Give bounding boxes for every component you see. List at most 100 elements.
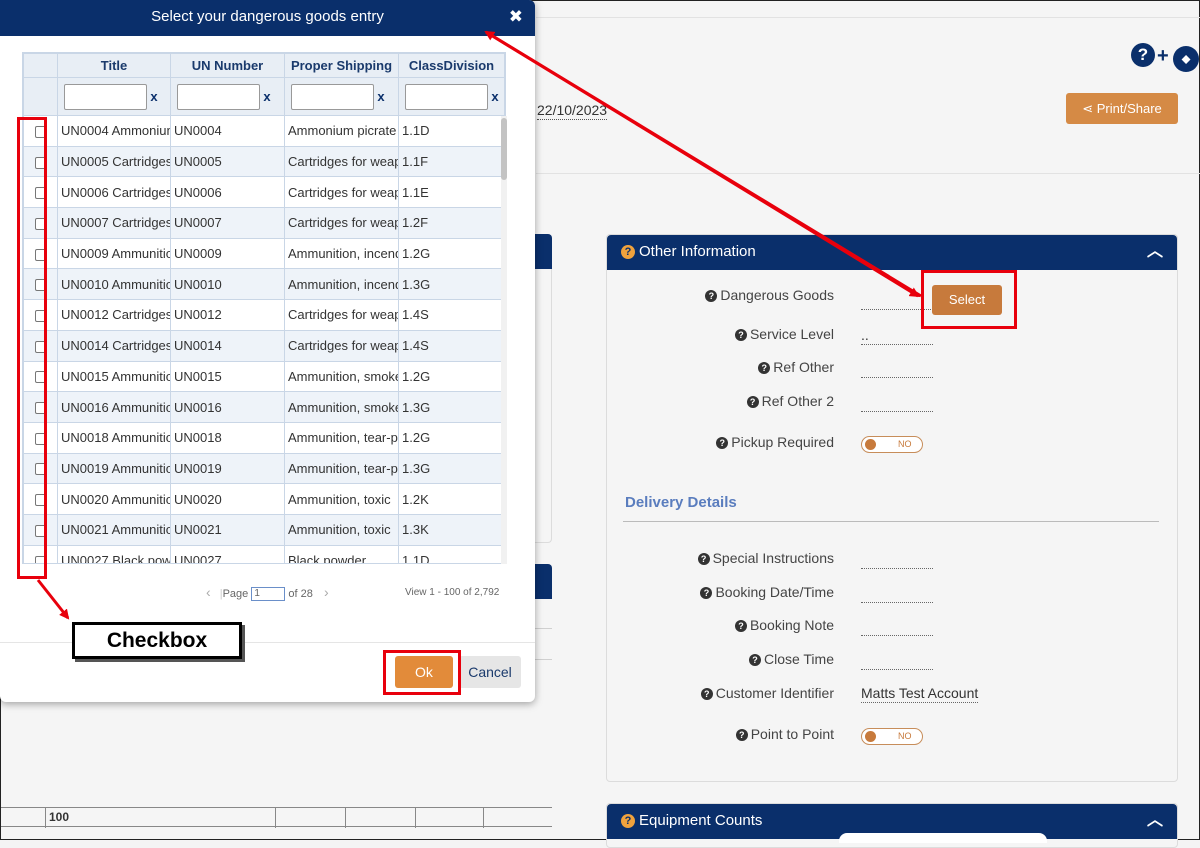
clear-filter-button[interactable]: x <box>147 89 161 104</box>
grid-scrollbar-thumb[interactable] <box>501 118 507 180</box>
column-header-un-number[interactable]: UN Number <box>170 53 285 78</box>
cell-proper-shipping: Ammunition, smoke <box>284 360 399 393</box>
table-cell <box>345 808 415 828</box>
cell-class-division: 1.2F <box>398 207 505 239</box>
table-row[interactable]: UN0007 Cartridges UN0007 Cartridges for we… <box>23 207 505 239</box>
tag-icon[interactable]: ⬥ <box>1173 46 1199 72</box>
clear-filter-button[interactable]: x <box>488 89 502 104</box>
table-cell <box>483 808 552 828</box>
cell-class-division: 1.4S <box>398 329 505 362</box>
dangerous-goods-label: ? Dangerous Goods <box>604 287 834 303</box>
proper-shipping-filter-input[interactable] <box>291 83 374 110</box>
background-table-row: 100 <box>1 807 552 828</box>
table-row[interactable]: UN0014 Cartridges UN0014 Cartridges for we… <box>23 329 505 362</box>
table-cell: 100 <box>45 808 275 828</box>
cell-class-division: 1.4S <box>398 299 505 331</box>
help-icon: ? <box>758 362 771 374</box>
select-all-header <box>23 53 58 78</box>
column-header-class-division[interactable]: ClassDivision <box>398 53 505 78</box>
cell-title: UN0014 Cartridges <box>57 329 171 362</box>
ref-other-value[interactable] <box>861 360 933 378</box>
table-row[interactable]: UN0021 Ammunition UN0021 Ammunition, toxic… <box>23 513 505 546</box>
table-row[interactable]: UN0010 Ammunition UN0010 Ammunition, incen… <box>23 268 505 301</box>
cell-title: UN0015 Ammunition <box>57 360 171 393</box>
cell-title: UN0005 Cartridges <box>57 145 171 178</box>
cell-class-division: 1.1E <box>398 176 505 209</box>
chevron-right-icon[interactable]: › <box>324 584 329 600</box>
table-row[interactable]: UN0005 Cartridges UN0005 Cartridges for we… <box>23 145 505 178</box>
chevron-up-icon[interactable]: ︿ <box>1147 804 1163 837</box>
cell-proper-shipping: Ammunition, tear-producing <box>284 421 399 454</box>
plus-icon[interactable]: + <box>1157 45 1169 68</box>
ref-other-2-value[interactable] <box>861 394 933 412</box>
help-icon: ? <box>748 654 761 666</box>
other-information-header[interactable]: ? Other Information ︿ <box>607 235 1177 270</box>
chevron-up-icon[interactable]: ︿ <box>1147 235 1163 268</box>
pickup-required-toggle[interactable]: NO <box>861 436 923 453</box>
cancel-button[interactable]: Cancel <box>459 656 521 688</box>
title-filter-input[interactable] <box>64 83 147 110</box>
filter-cell: x <box>284 77 399 116</box>
table-row[interactable]: UN0027 Black powderUN0027Black powder1.1… <box>23 544 505 563</box>
cell-un-number: UN0012 <box>170 299 285 331</box>
bottom-widget <box>839 833 1047 843</box>
grid-scrollbar-track[interactable] <box>501 116 507 564</box>
delivery-details-title: Delivery Details <box>625 494 737 511</box>
cell-un-number: UN0018 <box>170 421 285 454</box>
table-row[interactable]: UN0020 Ammunition UN0020 Ammunition, toxic… <box>23 483 505 515</box>
cell-title: UN0016 Ammunition <box>57 391 171 423</box>
delivery-details-divider <box>623 521 1159 522</box>
panel-title: Other Information <box>639 243 756 260</box>
cell-proper-shipping: Ammunition, toxic <box>284 483 399 515</box>
un-number-filter-input[interactable] <box>177 83 260 110</box>
cell-title: UN0007 Cartridges <box>57 207 171 239</box>
column-header-proper-shipping[interactable]: Proper Shipping <box>284 53 399 78</box>
table-row[interactable]: UN0018 Ammunition UN0018 Ammunition, tear-… <box>23 421 505 454</box>
close-time-value[interactable] <box>861 652 933 670</box>
print-share-button[interactable]: ⋖ Print/Share <box>1066 93 1178 124</box>
table-row[interactable]: UN0016 Ammunition UN0016 Ammunition, smoke… <box>23 391 505 423</box>
table-cell <box>415 808 483 828</box>
cell-un-number: UN0027 <box>170 544 285 563</box>
booking-datetime-value[interactable] <box>861 585 933 603</box>
chevron-left-icon[interactable]: ‹ <box>206 584 211 600</box>
records-summary: View 1 - 100 of 2,792 <box>405 587 500 598</box>
booking-note-label: ? Booking Note <box>604 617 834 633</box>
table-row[interactable]: UN0006 Cartridges UN0006 Cartridges for we… <box>23 176 505 209</box>
cell-un-number: UN0014 <box>170 329 285 362</box>
customer-identifier-value[interactable]: Matts Test Account <box>861 685 979 703</box>
cell-proper-shipping: Cartridges for weapons <box>284 176 399 209</box>
page-number-input[interactable]: 1 <box>251 587 286 602</box>
class-division-filter-input[interactable] <box>405 83 488 110</box>
table-row[interactable]: UN0015 Ammunition UN0015 Ammunition, smoke… <box>23 360 505 393</box>
booking-note-value[interactable] <box>861 618 933 636</box>
checkbox-highlight-box <box>17 117 47 579</box>
cell-proper-shipping: Ammunition, tear-producing <box>284 452 399 485</box>
help-icon: ? <box>734 329 747 341</box>
filter-row: x x x x <box>23 77 505 116</box>
column-header-title[interactable]: Title <box>57 53 171 78</box>
help-icon: ? <box>700 587 713 599</box>
clear-filter-button[interactable]: x <box>374 89 388 104</box>
header-divider <box>536 17 1200 18</box>
table-row[interactable]: UN0009 Ammunition UN0009 Ammunition, incen… <box>23 237 505 270</box>
cell-title: UN0006 Cartridges <box>57 176 171 209</box>
clear-filter-button[interactable]: x <box>260 89 274 104</box>
help-icon: ? <box>697 553 710 565</box>
select-highlight-box <box>921 270 1017 329</box>
point-to-point-toggle[interactable]: NO <box>861 728 923 745</box>
close-icon[interactable]: ✖ <box>509 0 523 34</box>
help-icon: ? <box>621 245 635 259</box>
cell-title: UN0021 Ammunition <box>57 513 171 546</box>
table-row[interactable]: UN0019 Ammunition UN0019 Ammunition, tear-… <box>23 452 505 485</box>
help-icon: ? <box>735 729 748 741</box>
table-row[interactable]: UN0004 Ammonium picrateUN0004Ammonium pi… <box>23 115 505 147</box>
table-row[interactable]: UN0012 Cartridges UN0012 Cartridges for we… <box>23 299 505 331</box>
help-icon: ? <box>716 437 729 449</box>
service-level-value[interactable]: .. <box>861 327 933 345</box>
special-instructions-value[interactable] <box>861 551 933 569</box>
cell-proper-shipping: Ammunition, incendiary <box>284 268 399 301</box>
cell-class-division: 1.1D <box>398 115 505 147</box>
help-icon[interactable]: ? <box>1131 43 1155 67</box>
section-divider <box>536 173 1200 174</box>
